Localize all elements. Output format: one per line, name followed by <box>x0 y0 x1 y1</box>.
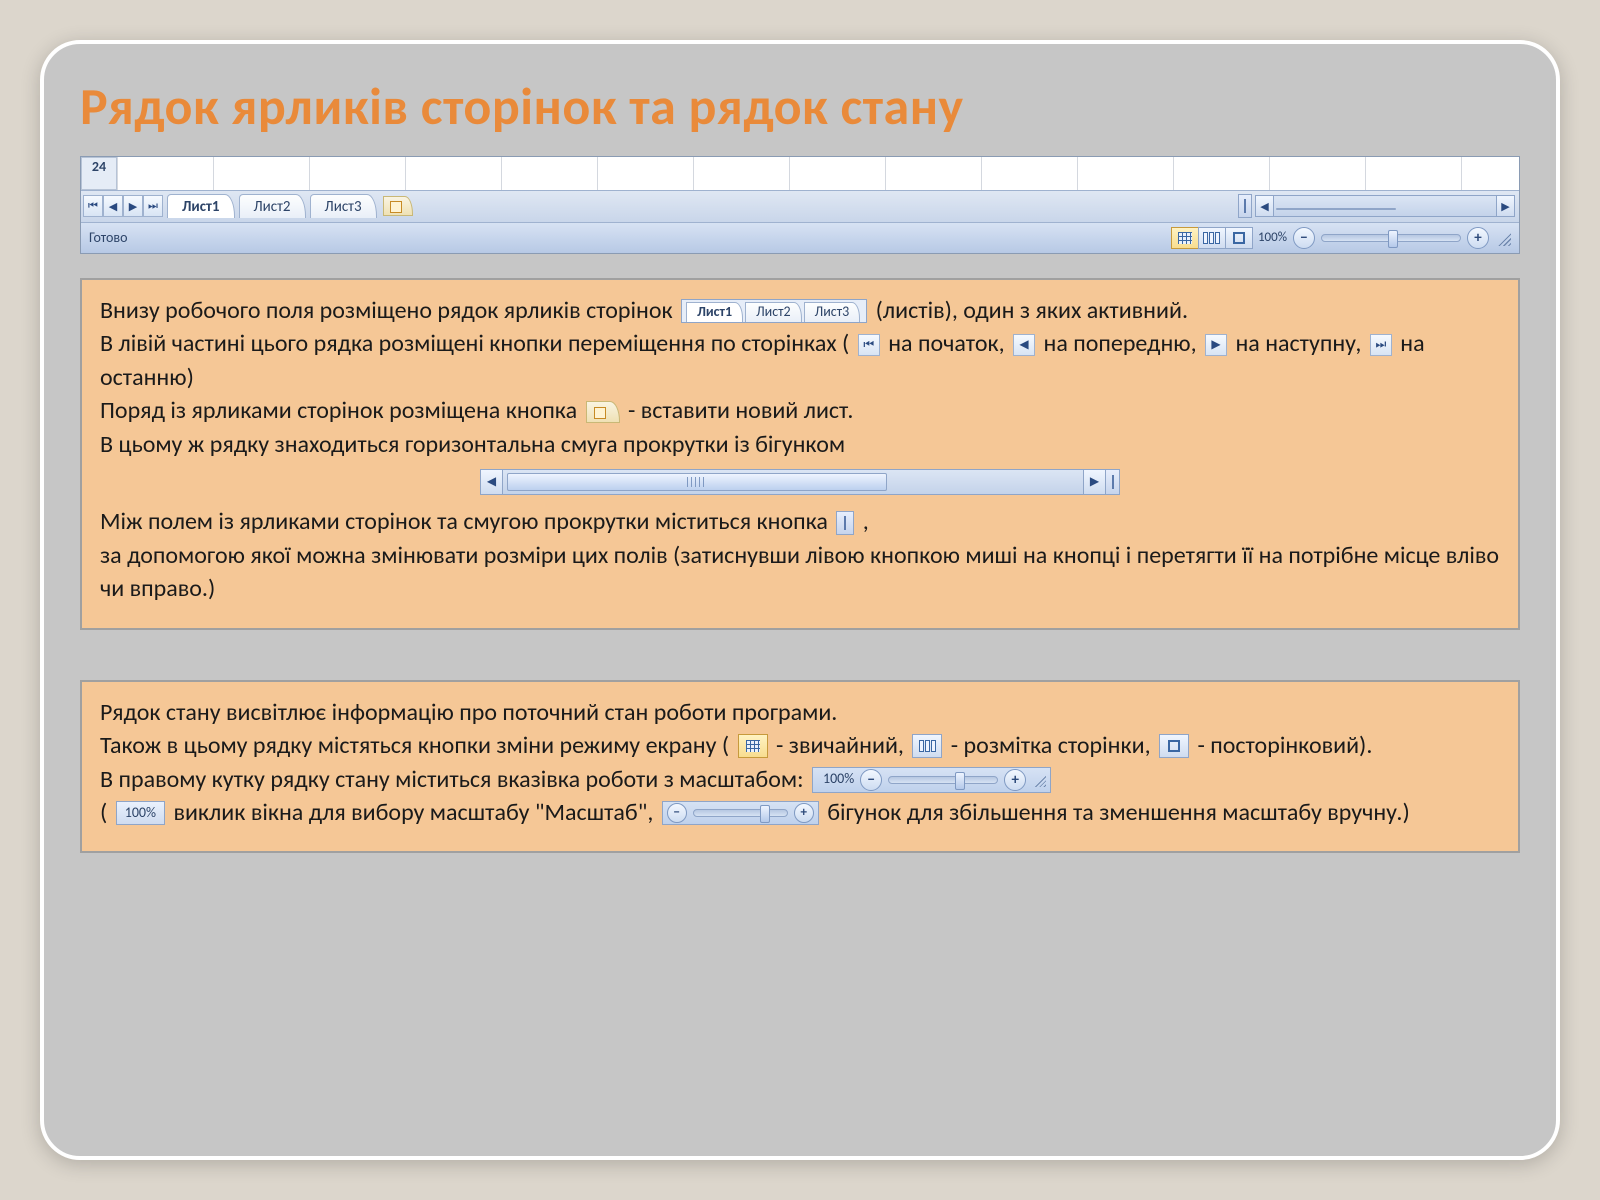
zoom-slider[interactable] <box>1321 234 1461 242</box>
inline-tab-1: Лист1 <box>686 302 743 322</box>
inline-scroll-thumb <box>507 473 887 491</box>
inline-zoom-slider-only: − + <box>662 801 819 825</box>
p2-viewmodes-intro: Також в цьому рядку містяться кнопки змі… <box>100 731 729 760</box>
slide-frame: Рядок ярликів сторінок та рядок стану 24… <box>40 40 1560 1160</box>
p1-newsheet-cont: - вставити новий лист. <box>628 396 853 425</box>
splitter-handle[interactable] <box>1238 194 1252 218</box>
inline-tab-2: Лист2 <box>745 302 802 322</box>
p2-zoom-dialog: виклик вікна для вибору масштабу "Масшта… <box>173 798 653 827</box>
sheet-tab-row: ⏮ ◀ ▶ ⏭ Лист1 Лист2 Лист3 ◀ ▶ <box>81 190 1519 221</box>
p2-view-normal: - звичайний, <box>776 731 904 760</box>
p1-text-cont: (листів), один з яких активний. <box>876 296 1188 325</box>
zoom-percent-label[interactable]: 100% <box>1258 230 1287 245</box>
nav-first-icon[interactable]: ⏮ <box>83 195 103 217</box>
zoom-in-button[interactable]: + <box>1467 227 1489 249</box>
inline-nav-last-icon: ⏭ <box>1370 334 1392 356</box>
inline-scroll-left-icon: ◀ <box>481 470 503 494</box>
row-header: 24 <box>81 157 117 190</box>
nav-prev-icon[interactable]: ◀ <box>103 195 123 217</box>
excel-grid-row: 24 <box>81 157 1519 190</box>
inline-scroll-right-icon: ▶ <box>1083 470 1105 494</box>
new-sheet-icon[interactable] <box>383 196 413 216</box>
view-page-layout-icon[interactable] <box>1198 227 1226 249</box>
slide-title: Рядок ярликів сторінок та рядок стану <box>80 74 1520 138</box>
p1-splitter-desc: за допомогою якої можна змінювати розмір… <box>100 541 1499 603</box>
sheet-tab-3[interactable]: Лист3 <box>310 194 377 218</box>
sheet-nav-buttons: ⏮ ◀ ▶ ⏭ <box>81 195 163 217</box>
view-page-break-icon[interactable] <box>1225 227 1253 249</box>
scroll-left-icon[interactable]: ◀ <box>1256 196 1274 216</box>
zoom-out-button[interactable]: − <box>1293 227 1315 249</box>
inline-nav-first-icon: ⏮ <box>858 334 880 356</box>
inline-zoom-control: 100% − + <box>812 767 1051 793</box>
inline-sheet-tabs: Лист1 Лист2 Лист3 <box>681 299 867 323</box>
inline-horizontal-scrollbar: ◀ ▶ <box>480 469 1120 495</box>
inline-zoom-pct-button: 100% <box>116 801 165 825</box>
p2-zoom-manual: бігунок для збільшення та зменшення масш… <box>827 798 1410 827</box>
description-panel-2: Рядок стану висвітлює інформацію про пот… <box>80 680 1520 854</box>
p1-splitter-intro: Між полем із ярликами сторінок та смугою… <box>100 507 828 536</box>
description-panel-1: Внизу робочого поля розміщено рядок ярли… <box>80 278 1520 630</box>
p2-view-pagebreak: - посторінковий). <box>1197 731 1372 760</box>
horizontal-scrollbar[interactable]: ◀ ▶ <box>1255 195 1515 217</box>
p1-nav-next: на наступну, <box>1235 330 1361 359</box>
inline-zoom-out-icon: − <box>860 769 882 791</box>
grid-cells <box>117 157 1519 190</box>
inline-nav-next-icon: ▶ <box>1205 334 1227 356</box>
inline-zoom-slider <box>888 776 998 784</box>
p1-nav-intro: В лівій частині цього рядка розміщені кн… <box>100 330 849 359</box>
inline-slider-minus-icon: − <box>667 803 687 823</box>
status-ready-label: Готово <box>89 229 128 246</box>
p1-nav-prev: на попередню, <box>1043 330 1196 359</box>
inline-tab-3: Лист3 <box>804 302 861 322</box>
p1-scroll-text: В цьому ж рядку знаходиться горизонтальн… <box>100 430 845 459</box>
inline-new-sheet-icon <box>586 401 620 423</box>
excel-screenshot: 24 ⏮ ◀ ▶ ⏭ Лист1 Лист2 Лист3 ◀ ▶ Готово <box>80 156 1520 254</box>
p2-view-layout: - розмітка сторінки, <box>951 731 1151 760</box>
p1-splitter-comma: , <box>863 507 869 536</box>
inline-nav-prev-icon: ◀ <box>1013 334 1035 356</box>
p1-nav-first: на початок, <box>888 330 1004 359</box>
p1-text-intro: Внизу робочого поля розміщено рядок ярли… <box>100 296 673 325</box>
scroll-right-icon[interactable]: ▶ <box>1496 196 1514 216</box>
inline-zoom-in-icon: + <box>1004 769 1026 791</box>
inline-splitter-icon <box>836 511 854 535</box>
p1-newsheet-intro: Поряд із ярликами сторінок розміщена кно… <box>100 396 577 425</box>
zoom-slider-knob[interactable] <box>1388 230 1398 248</box>
nav-last-icon[interactable]: ⏭ <box>143 195 163 217</box>
resize-grip-icon[interactable] <box>1495 230 1511 246</box>
inline-slider-plus-icon: + <box>794 803 814 823</box>
status-bar: Готово 100% − + <box>81 222 1519 253</box>
inline-zoom-percent: 100% <box>823 770 854 789</box>
sheet-tab-2[interactable]: Лист2 <box>239 194 306 218</box>
inline-slider-track <box>693 809 788 817</box>
inline-resize-grip-icon <box>1032 773 1046 787</box>
p2-zoom-paren: ( <box>100 798 107 827</box>
inline-scroll-splitter <box>1105 470 1119 494</box>
view-normal-icon[interactable] <box>1171 227 1199 249</box>
nav-next-icon[interactable]: ▶ <box>123 195 143 217</box>
p2-zoom-intro: В правому кутку рядку стану міститься вк… <box>100 765 804 794</box>
p2-status-intro: Рядок стану висвітлює інформацію про пот… <box>100 698 837 727</box>
scroll-thumb[interactable] <box>1276 208 1396 210</box>
inline-view-layout-icon <box>912 734 942 758</box>
inline-view-pagebreak-icon <box>1159 734 1189 758</box>
inline-view-normal-icon <box>738 734 768 758</box>
sheet-tab-1[interactable]: Лист1 <box>167 194 235 218</box>
